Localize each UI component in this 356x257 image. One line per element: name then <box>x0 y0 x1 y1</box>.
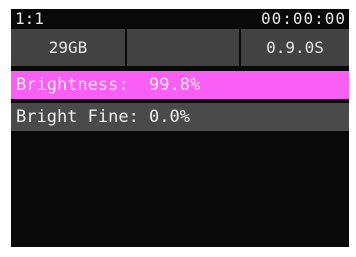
info-row: 29GB 0.9.0S <box>11 29 349 66</box>
firmware-version: 0.9.0S <box>241 29 349 66</box>
menu-item-brightness[interactable]: Brightness: 99.8% <box>11 71 349 99</box>
timecode-label: 00:00:00 <box>260 9 346 28</box>
empty-status-cell <box>127 29 239 66</box>
device-screen: 1:1 00:00:00 29GB 0.9.0S Brightness: 99.… <box>11 9 349 247</box>
storage-indicator: 29GB <box>11 29 125 66</box>
aspect-ratio-label: 1:1 <box>15 9 44 28</box>
menu-item-bright-fine[interactable]: Bright Fine: 0.0% <box>11 103 349 131</box>
top-status-bar: 1:1 00:00:00 <box>11 9 349 28</box>
